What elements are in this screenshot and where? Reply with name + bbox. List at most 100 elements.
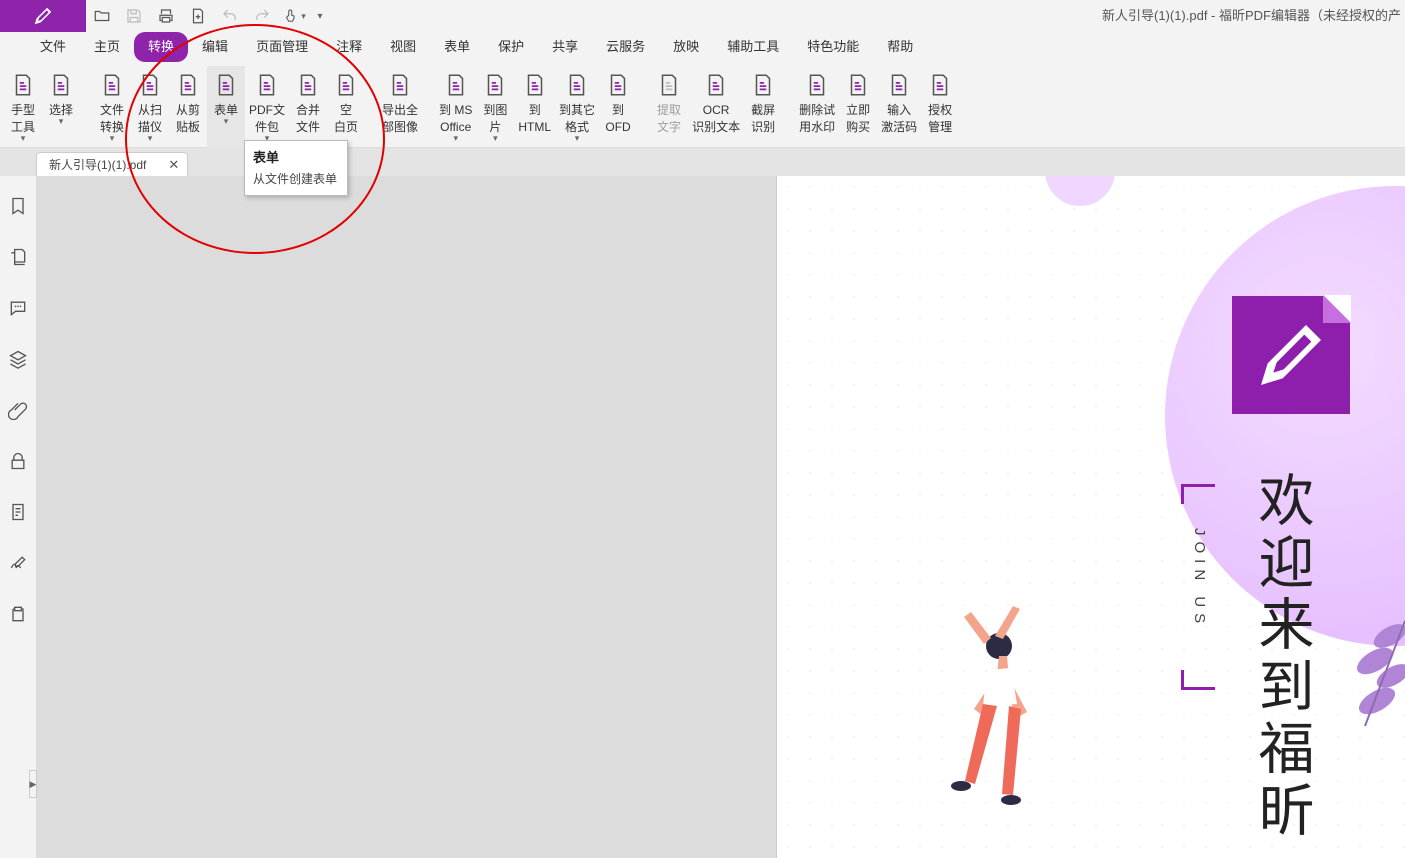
menu-共享[interactable]: 共享	[538, 32, 592, 62]
document-icon	[701, 70, 731, 100]
ribbon-从扫描仪[interactable]: 从扫描仪	[131, 66, 169, 148]
signature-icon[interactable]	[8, 553, 28, 578]
menubar: 文件主页转换编辑页面管理注释视图表单保护共享云服务放映辅助工具特色功能帮助	[0, 32, 1405, 62]
menu-云服务[interactable]: 云服务	[592, 32, 659, 62]
redo-icon[interactable]	[246, 0, 278, 32]
menu-辅助工具[interactable]: 辅助工具	[713, 32, 793, 62]
document-icon	[385, 70, 415, 100]
page-headline: 欢迎来到福昕	[1251, 471, 1313, 843]
ribbon-授权管理[interactable]: 授权管理	[921, 66, 959, 148]
close-icon[interactable]: ✕	[168, 157, 179, 173]
menu-特色功能[interactable]: 特色功能	[793, 32, 873, 62]
ribbon-导出全部图像[interactable]: 导出全部图像	[378, 66, 422, 148]
menu-编辑[interactable]: 编辑	[188, 32, 242, 62]
ribbon-表单[interactable]: 表单	[207, 66, 245, 148]
ribbon-label: 表单	[214, 103, 238, 117]
titlebar: ▾ ▾ 新人引导(1)(1).pdf - 福昕PDF编辑器（未经授权的产	[0, 0, 1405, 32]
ribbon-到其它格式[interactable]: 到其它格式	[555, 66, 599, 148]
headline-bracket-top	[1181, 484, 1215, 504]
layers-icon[interactable]	[8, 349, 28, 374]
menu-主页[interactable]: 主页	[80, 32, 134, 62]
clipboard-icon[interactable]	[8, 604, 28, 629]
menu-页面管理[interactable]: 页面管理	[242, 32, 322, 62]
document-icon	[441, 70, 471, 100]
chevron-down-icon	[453, 134, 458, 142]
menu-转换[interactable]: 转换	[134, 32, 188, 62]
ribbon-到 MSOffice[interactable]: 到 MSOffice	[435, 66, 476, 148]
ribbon-立即购买[interactable]: 立即购买	[839, 66, 877, 148]
page-subhead: JOIN US	[1191, 528, 1208, 629]
menu-文件[interactable]: 文件	[26, 32, 80, 62]
document-tab[interactable]: 新人引导(1)(1).pdf ✕	[36, 152, 188, 176]
ribbon-到HTML[interactable]: 到HTML	[514, 66, 555, 148]
ribbon-label: 从剪	[176, 103, 200, 117]
canvas-empty-area	[36, 176, 776, 858]
ribbon-label: 识别	[751, 120, 775, 134]
chevron-down-icon	[148, 134, 153, 142]
ribbon-label: 管理	[928, 120, 952, 134]
document-icon	[603, 70, 633, 100]
ribbon-label: 到	[529, 103, 541, 117]
attachment-icon[interactable]	[8, 400, 28, 425]
document-icon	[748, 70, 778, 100]
qat-more-icon[interactable]: ▾	[310, 0, 330, 32]
document-icon	[884, 70, 914, 100]
ribbon-选择[interactable]: 选择	[42, 66, 80, 148]
ribbon-label: 描仪	[138, 120, 162, 134]
ribbon-label: 文件	[296, 120, 320, 134]
open-icon[interactable]	[86, 0, 118, 32]
ribbon-label: 部图像	[382, 120, 418, 134]
ribbon-PDF文件包[interactable]: PDF文件包	[245, 66, 289, 148]
ribbon-删除试用水印[interactable]: 删除试用水印	[795, 66, 839, 148]
touch-icon[interactable]: ▾	[278, 0, 310, 32]
menu-注释[interactable]: 注释	[322, 32, 376, 62]
sidebar-collapse-handle[interactable]: ▶	[29, 770, 37, 798]
save-icon[interactable]	[118, 0, 150, 32]
undo-icon[interactable]	[214, 0, 246, 32]
document-icon	[46, 70, 76, 100]
document-icon	[293, 70, 323, 100]
ribbon-label: OCR	[703, 103, 730, 117]
ribbon-到图片[interactable]: 到图片	[476, 66, 514, 148]
ribbon-label: 从扫	[138, 103, 162, 117]
ribbon-截屏识别[interactable]: 截屏识别	[744, 66, 782, 148]
ribbon-label: 格式	[565, 120, 589, 134]
security-icon[interactable]	[8, 451, 28, 476]
ribbon-输入激活码[interactable]: 输入激活码	[877, 66, 921, 148]
chevron-down-icon	[224, 117, 229, 125]
ribbon-到OFD[interactable]: 到OFD	[599, 66, 637, 148]
ribbon-从剪贴板[interactable]: 从剪贴板	[169, 66, 207, 148]
ribbon-label: 选择	[49, 103, 73, 117]
ribbon-合并文件[interactable]: 合并文件	[289, 66, 327, 148]
menu-视图[interactable]: 视图	[376, 32, 430, 62]
print-icon[interactable]	[150, 0, 182, 32]
new-page-icon[interactable]	[182, 0, 214, 32]
ribbon-label: 手型	[11, 103, 35, 117]
bookmark-icon[interactable]	[8, 196, 28, 221]
pages-icon[interactable]	[8, 247, 28, 272]
ribbon-OCR识别文本[interactable]: OCR识别文本	[688, 66, 744, 148]
comment-icon[interactable]	[8, 298, 28, 323]
document-page[interactable]: JOIN US 欢迎来到福昕	[776, 176, 1405, 858]
headline-bracket-bot	[1181, 670, 1215, 690]
document-icon	[802, 70, 832, 100]
decor-leaves	[1335, 616, 1405, 741]
form-panel-icon[interactable]	[8, 502, 28, 527]
ribbon-label: 到	[612, 103, 624, 117]
chevron-down-icon	[575, 134, 580, 142]
ribbon-手型工具[interactable]: 手型工具	[4, 66, 42, 148]
menu-放映[interactable]: 放映	[659, 32, 713, 62]
page-logo	[1232, 296, 1350, 414]
ribbon-label: 件包	[255, 120, 279, 134]
document-icon	[8, 70, 38, 100]
ribbon-文件转换[interactable]: 文件转换	[93, 66, 131, 148]
tooltip-title: 表单	[253, 147, 339, 166]
ribbon-空白页[interactable]: 空白页	[327, 66, 365, 148]
menu-保护[interactable]: 保护	[484, 32, 538, 62]
menu-帮助[interactable]: 帮助	[873, 32, 927, 62]
ribbon-label: 输入	[887, 103, 911, 117]
ribbon-label: 购买	[846, 120, 870, 134]
document-icon	[654, 70, 684, 100]
menu-表单[interactable]: 表单	[430, 32, 484, 62]
pen-nib-icon	[32, 5, 54, 27]
